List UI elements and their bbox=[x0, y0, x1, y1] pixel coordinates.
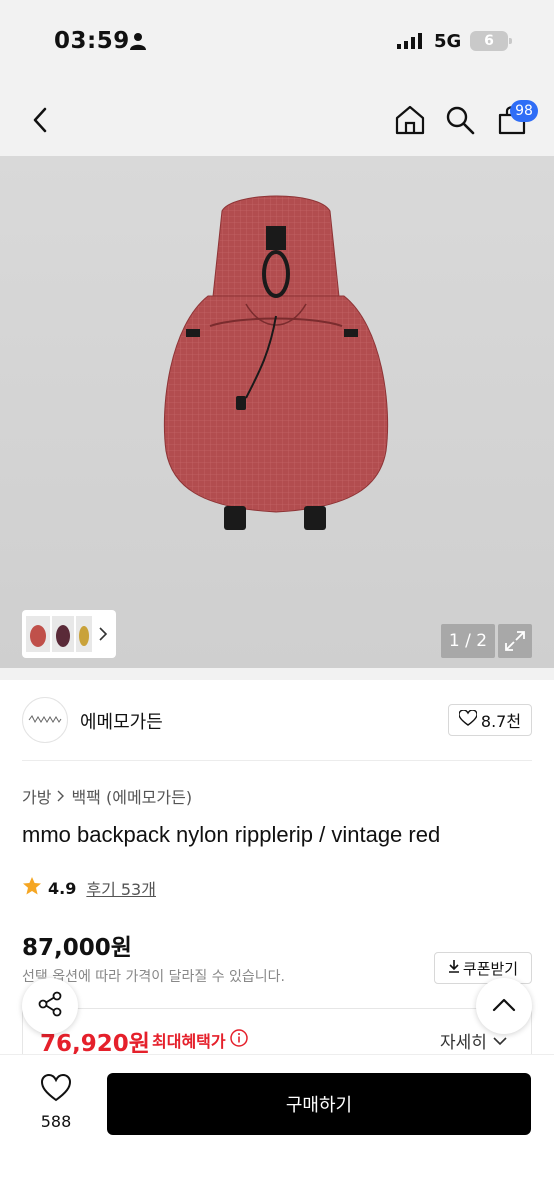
max-benefit-label: 최대혜택가 bbox=[152, 1028, 248, 1052]
section-divider bbox=[0, 668, 554, 680]
rating-score: 4.9 bbox=[48, 878, 77, 898]
download-icon bbox=[448, 959, 460, 977]
info-icon[interactable] bbox=[229, 1029, 248, 1051]
coupon-label: 쿠폰받기 bbox=[462, 959, 519, 978]
image-pager: 1 / 2 bbox=[441, 624, 495, 658]
wishlist-count: 588 bbox=[40, 1112, 72, 1131]
brand-like-count: 8.7천 bbox=[480, 712, 522, 731]
network-label: 5G bbox=[434, 31, 462, 52]
brand-logo[interactable] bbox=[22, 697, 68, 743]
home-icon[interactable] bbox=[392, 102, 428, 138]
thumbnail-strip[interactable] bbox=[22, 610, 116, 658]
brand-name[interactable]: 에메모가든 bbox=[80, 708, 163, 734]
brand-like-button[interactable]: 8.7천 bbox=[448, 704, 532, 736]
max-benefit-text: 최대혜택가 bbox=[152, 1032, 226, 1051]
rating-row: 4.9 후기 53개 bbox=[22, 876, 156, 900]
chevron-right-icon bbox=[57, 787, 65, 806]
detail-label: 자세히 bbox=[440, 1033, 487, 1053]
breadcrumb-item[interactable]: 백팩 (에메모가든) bbox=[71, 784, 192, 808]
share-icon bbox=[37, 991, 63, 1021]
cart-count-badge: 98 bbox=[510, 100, 538, 122]
battery-indicator: 6 bbox=[470, 31, 512, 51]
product-price: 87,000원 bbox=[22, 935, 132, 961]
person-icon bbox=[130, 32, 146, 54]
heart-icon bbox=[458, 709, 478, 730]
heart-icon bbox=[40, 1073, 72, 1106]
review-count-link[interactable]: 후기 53개 bbox=[86, 876, 156, 900]
scroll-top-button[interactable] bbox=[476, 978, 532, 1034]
status-time: 03:59 bbox=[54, 28, 130, 54]
search-icon[interactable] bbox=[442, 102, 478, 138]
share-button[interactable] bbox=[22, 978, 78, 1034]
chevron-up-icon bbox=[492, 997, 516, 1016]
breadcrumb-item[interactable]: 가방 bbox=[22, 784, 51, 808]
divider bbox=[22, 760, 532, 761]
expand-icon[interactable] bbox=[498, 624, 532, 658]
product-image[interactable] bbox=[0, 156, 554, 668]
breadcrumb: 가방 백팩 (에메모가든) bbox=[22, 784, 192, 808]
star-icon bbox=[22, 876, 42, 900]
product-title: mmo backpack nylon ripplerip / vintage r… bbox=[22, 822, 441, 847]
coupon-button[interactable]: 쿠폰받기 bbox=[434, 952, 532, 984]
top-nav bbox=[0, 84, 554, 156]
buy-button[interactable]: 구매하기 bbox=[107, 1073, 531, 1135]
wishlist-button[interactable]: 588 bbox=[28, 1073, 84, 1131]
chevron-right-icon bbox=[98, 626, 108, 646]
back-icon[interactable] bbox=[22, 102, 58, 138]
signal-icon bbox=[397, 33, 423, 53]
status-bar: 03:59 5G 6 bbox=[0, 0, 554, 84]
